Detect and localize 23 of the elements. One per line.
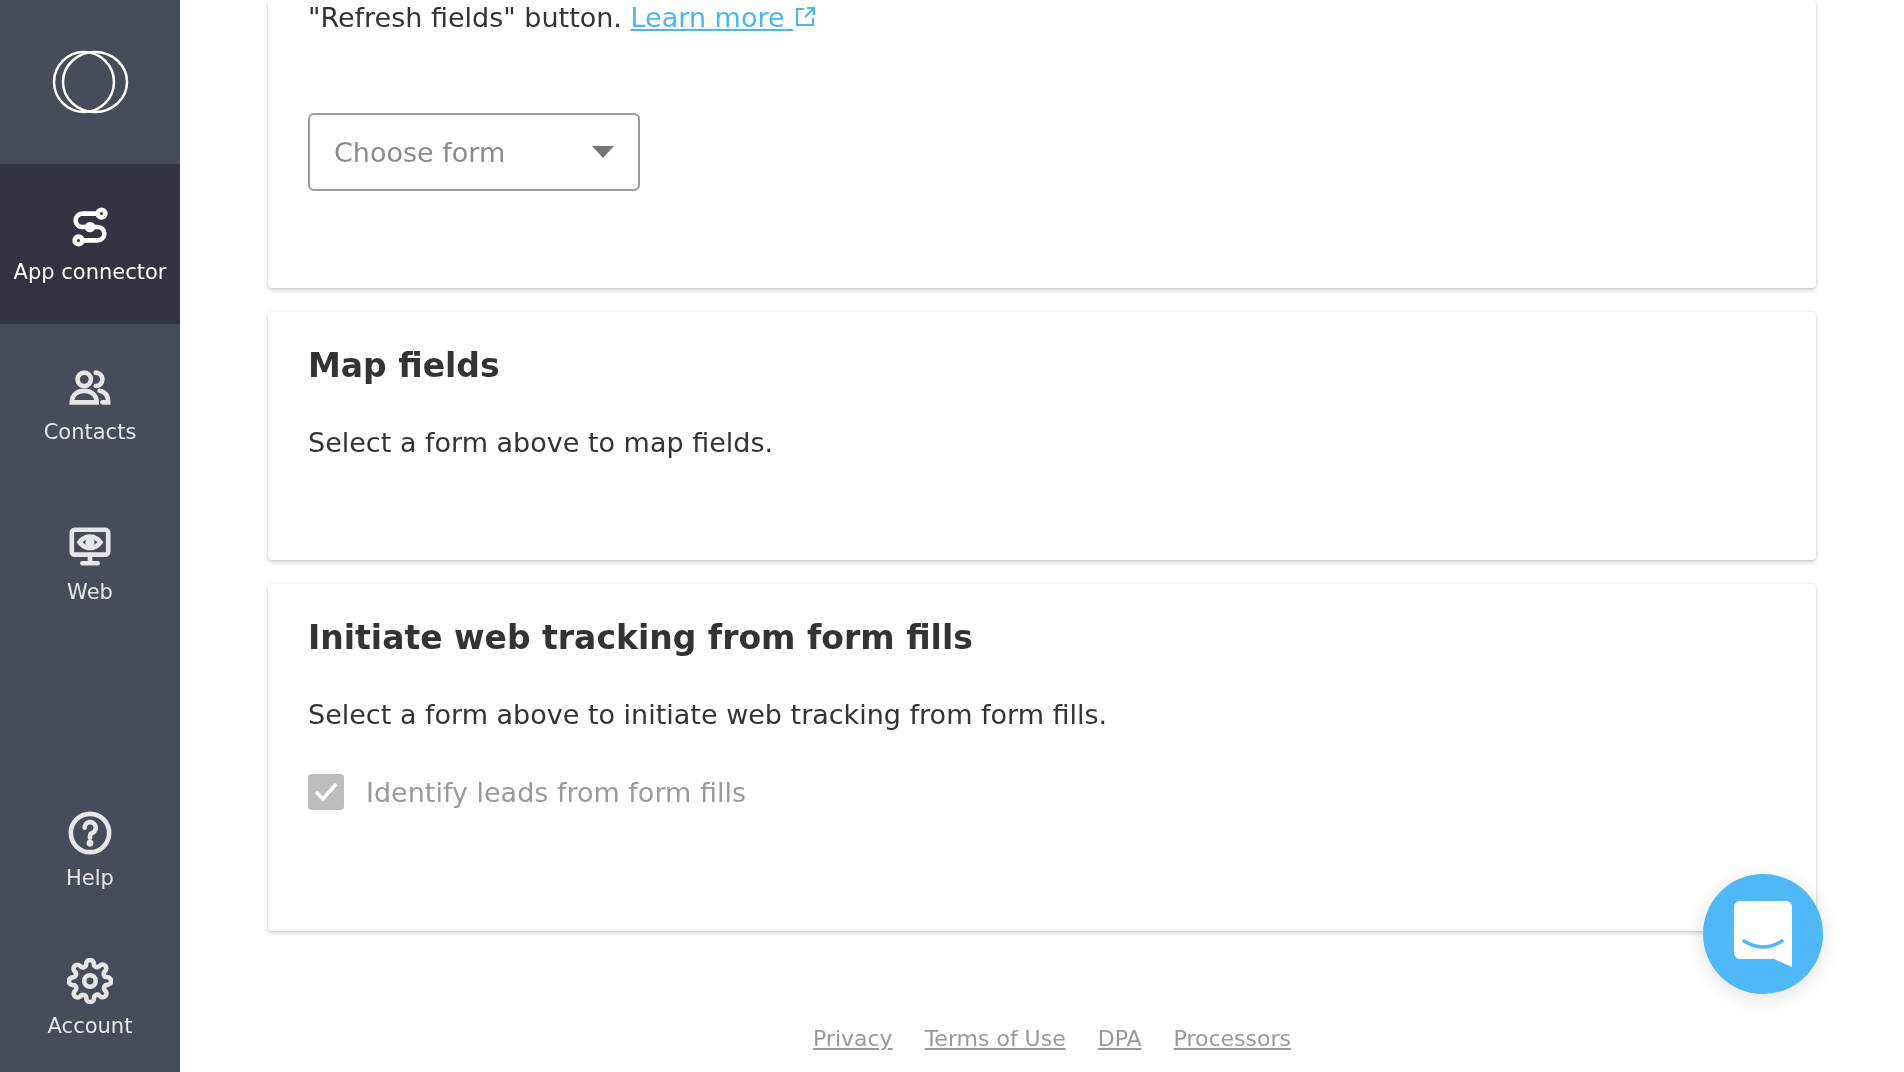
external-link-icon bbox=[793, 5, 818, 29]
caret-icon bbox=[592, 146, 614, 159]
chat-bubble-icon bbox=[1734, 901, 1792, 967]
card-title: Initiate web tracking from form fills bbox=[308, 618, 974, 657]
form-dropdown[interactable]: Choose form bbox=[308, 113, 640, 192]
sidebar-item[interactable]: Web bbox=[0, 484, 180, 644]
help-icon bbox=[67, 810, 113, 856]
learn-more-link[interactable]: Learn more bbox=[630, 2, 818, 33]
sidebar-item[interactable]: App connector bbox=[0, 164, 180, 324]
sidebar-item[interactable]: Help bbox=[0, 776, 180, 924]
footer-link[interactable]: Terms of Use bbox=[924, 1026, 1066, 1072]
sidebar-item[interactable]: Contacts bbox=[0, 324, 180, 484]
card-title: Map fields bbox=[308, 346, 501, 385]
card-text: Select a form above to initiate web tracking from form fills. bbox=[308, 698, 1109, 732]
checkbox-label: Identify leads from form fills bbox=[366, 776, 746, 808]
card-text: Select a form above to map fields. bbox=[308, 426, 775, 460]
footer-link[interactable]: Privacy bbox=[813, 1026, 893, 1072]
instruction-text: "Refresh fields" button. Learn more bbox=[308, 0, 1776, 34]
footer-link[interactable]: Processors bbox=[1173, 1026, 1291, 1072]
settings-icon bbox=[67, 958, 113, 1004]
footer-link[interactable]: DPA bbox=[1097, 1026, 1142, 1072]
sidebar-item[interactable]: Account bbox=[0, 924, 180, 1072]
checkmark-icon bbox=[313, 781, 339, 804]
